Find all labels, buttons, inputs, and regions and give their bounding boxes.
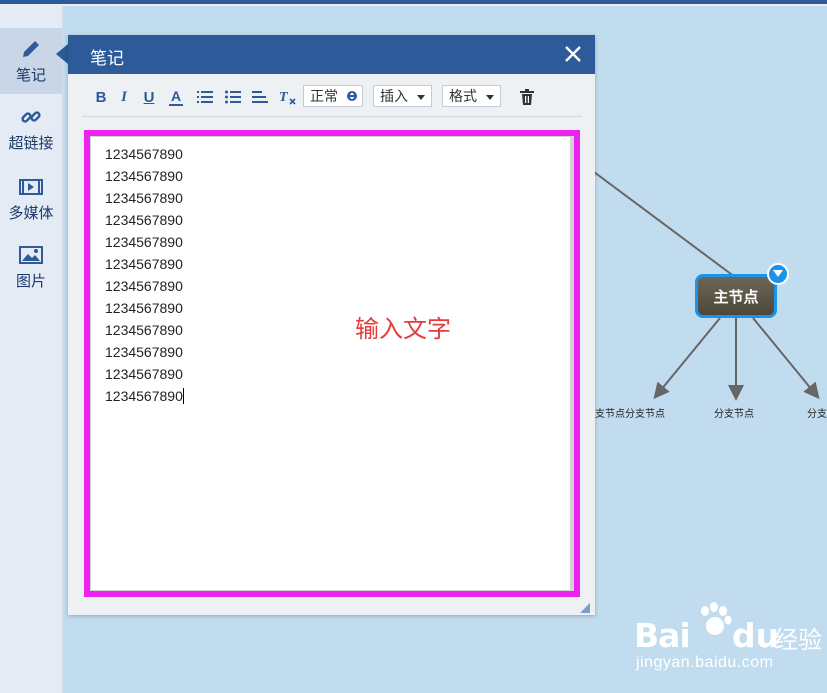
editor-line: 1234567890 bbox=[105, 344, 183, 360]
main-node[interactable]: 主节点 bbox=[695, 274, 777, 318]
bold-button[interactable]: B bbox=[90, 83, 112, 111]
watermark-product: 经验 bbox=[774, 626, 822, 654]
heading-select[interactable]: 正常 bbox=[303, 85, 363, 107]
film-icon bbox=[19, 175, 43, 199]
sidebar: 笔记 超链接 多媒体 图片 bbox=[0, 6, 63, 693]
bullet-list-icon bbox=[225, 90, 241, 104]
editor-line-last: 1234567890 bbox=[105, 385, 184, 407]
editor-toolbar: B I U A T 正常 插入 格式 bbox=[90, 83, 574, 111]
connector-branch-left bbox=[653, 317, 721, 400]
editor-highlight: 1234567890 1234567890 1234567890 1234567… bbox=[84, 130, 580, 597]
text-caret bbox=[182, 388, 184, 404]
editor-line-text: 1234567890 bbox=[105, 388, 183, 404]
paw-icon bbox=[701, 602, 732, 635]
editor-content: 1234567890 1234567890 1234567890 1234567… bbox=[105, 143, 184, 407]
close-icon[interactable] bbox=[561, 42, 585, 66]
editor-line: 1234567890 bbox=[105, 212, 183, 228]
bullet-list-button[interactable] bbox=[222, 83, 244, 111]
toolbar-divider bbox=[82, 116, 582, 117]
watermark-brand-right: du bbox=[732, 616, 780, 655]
editor-line: 1234567890 bbox=[105, 146, 183, 162]
editor-line: 1234567890 bbox=[105, 190, 183, 206]
trash-icon bbox=[520, 89, 534, 105]
pencil-icon bbox=[19, 37, 43, 61]
branch-node[interactable]: 分支 bbox=[807, 405, 827, 420]
connector-parent bbox=[593, 171, 736, 278]
editor-line: 1234567890 bbox=[105, 256, 183, 272]
image-icon bbox=[19, 243, 43, 267]
node-expand-toggle[interactable] bbox=[767, 263, 789, 285]
format-select-value: 格式 bbox=[449, 88, 477, 104]
connector-branch-right bbox=[752, 317, 820, 400]
link-icon bbox=[19, 105, 43, 129]
svg-text:T: T bbox=[279, 90, 289, 105]
font-color-button[interactable]: A bbox=[165, 83, 187, 111]
editor-line: 1234567890 bbox=[105, 322, 183, 338]
panel-pointer bbox=[56, 44, 68, 64]
align-left-icon bbox=[252, 91, 268, 103]
chevron-down-icon bbox=[773, 270, 783, 277]
editor-line: 1234567890 bbox=[105, 234, 183, 250]
annotation-label: 输入文字 bbox=[355, 315, 451, 343]
branch-node[interactable]: 分支节点 bbox=[714, 405, 754, 420]
baidu-jingyan-watermark: Bai du 经验 jingyan.baidu.com bbox=[632, 602, 822, 682]
editor-line: 1234567890 bbox=[105, 300, 183, 316]
editor-line: 1234567890 bbox=[105, 168, 183, 184]
insert-select-value: 插入 bbox=[380, 88, 408, 104]
editor-line: 1234567890 bbox=[105, 366, 183, 382]
sidebar-item-label: 图片 bbox=[15, 273, 46, 290]
panel-header: 笔记 bbox=[68, 35, 595, 74]
editor-line: 1234567890 bbox=[105, 278, 183, 294]
format-select[interactable]: 格式 bbox=[442, 85, 501, 107]
sidebar-item-label: 超链接 bbox=[8, 135, 54, 152]
align-left-button[interactable] bbox=[249, 83, 271, 111]
stepper-icon bbox=[347, 91, 357, 101]
sidebar-item-label: 笔记 bbox=[15, 67, 46, 84]
watermark-brand-left: Bai bbox=[634, 616, 691, 655]
italic-button[interactable]: I bbox=[113, 83, 135, 111]
sidebar-item-notes[interactable]: 笔记 bbox=[0, 28, 62, 94]
resize-grip-icon[interactable] bbox=[580, 600, 590, 613]
sidebar-item-hyperlink[interactable]: 超链接 bbox=[0, 96, 62, 162]
sidebar-item-media[interactable]: 多媒体 bbox=[0, 166, 62, 232]
sidebar-item-image[interactable]: 图片 bbox=[0, 234, 62, 300]
ordered-list-icon bbox=[197, 91, 213, 103]
chevron-down-icon bbox=[417, 95, 425, 100]
font-color-letter: A bbox=[170, 87, 182, 104]
watermark-url: jingyan.baidu.com bbox=[636, 654, 774, 671]
note-panel: 笔记 B I U A T 正常 插入 格式 1234567890 1234567… bbox=[68, 35, 595, 615]
note-editor[interactable]: 1234567890 1234567890 1234567890 1234567… bbox=[90, 136, 574, 591]
chevron-down-icon bbox=[486, 95, 494, 100]
font-color-bar bbox=[169, 103, 183, 106]
panel-title: 笔记 bbox=[90, 49, 124, 68]
ordered-list-button[interactable] bbox=[194, 83, 216, 111]
clear-format-icon: T bbox=[279, 90, 296, 105]
underline-button[interactable]: U bbox=[138, 83, 160, 111]
heading-select-value: 正常 bbox=[310, 88, 338, 104]
insert-select[interactable]: 插入 bbox=[373, 85, 432, 107]
sidebar-item-label: 多媒体 bbox=[8, 205, 54, 222]
branch-node[interactable]: 支节点分支节点 bbox=[595, 405, 665, 420]
clear-format-button[interactable]: T bbox=[277, 83, 299, 111]
delete-button[interactable] bbox=[516, 83, 538, 111]
